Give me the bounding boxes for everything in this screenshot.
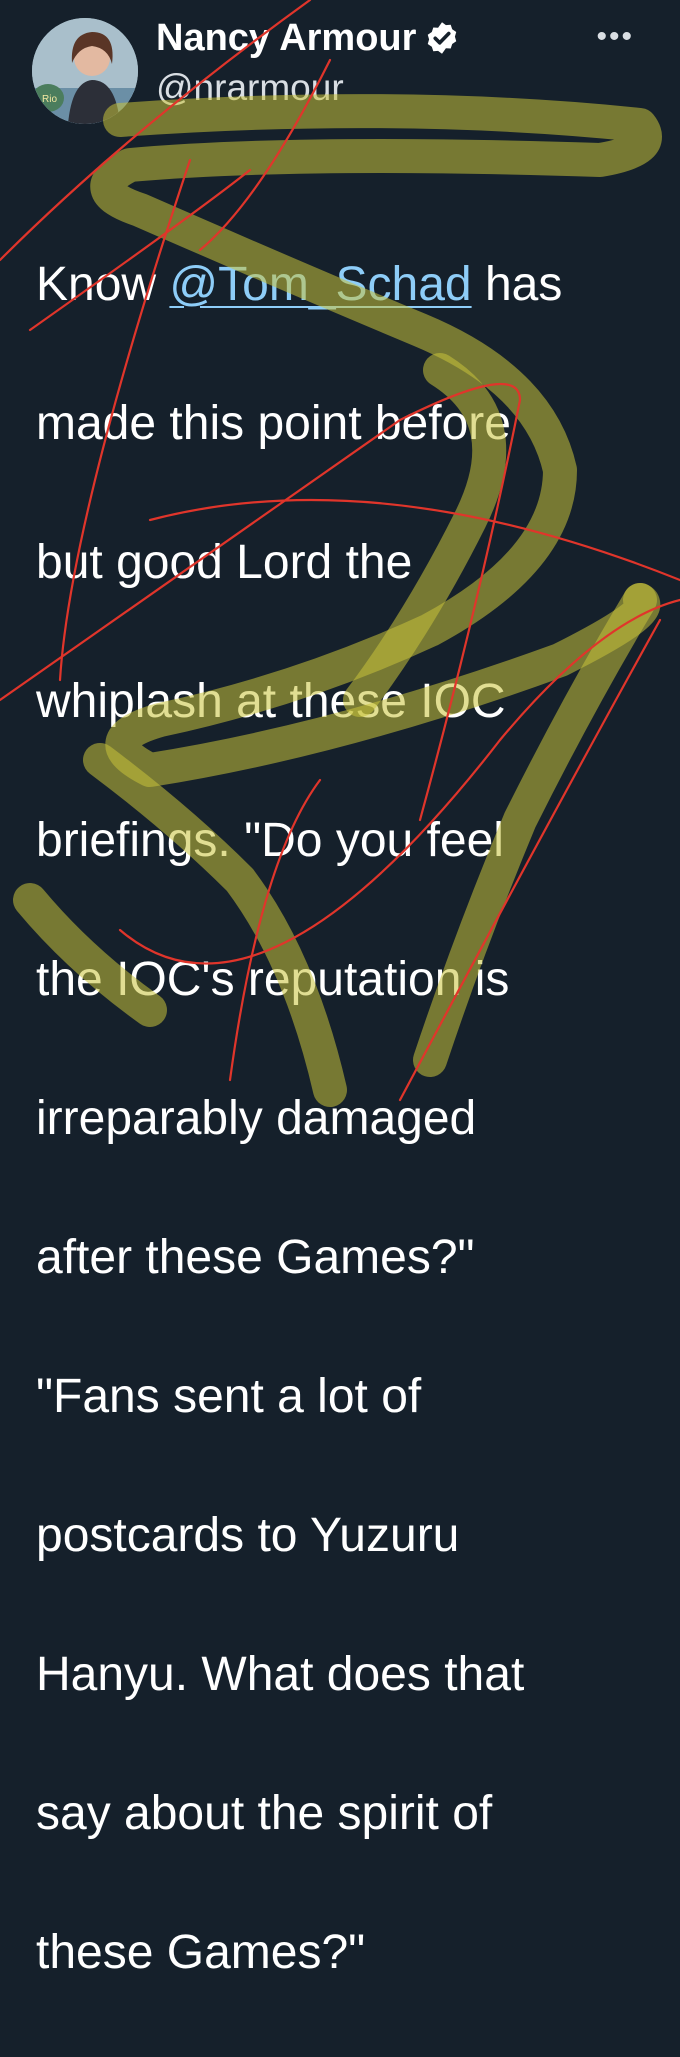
author-display-name[interactable]: Nancy Armour [156, 14, 416, 62]
avatar[interactable]: Rio [32, 18, 138, 124]
tweet-text-segment: Know [36, 257, 170, 311]
author-handle[interactable]: @nrarmour [156, 64, 460, 112]
tweet-header: Rio Nancy Armour @nrarmour ••• [0, 0, 680, 130]
tweet-line: after these Games?" [36, 1230, 475, 1284]
tweet-line: briefings. "Do you feel [36, 813, 504, 867]
avatar-image: Rio [32, 18, 138, 124]
tweet-text: Know @Tom_Schad has made this point befo… [36, 180, 656, 2057]
tweet-line: "Fans sent a lot of [36, 1369, 422, 1423]
verified-check-icon [424, 20, 460, 56]
tweet-line: these Games?" [36, 1925, 366, 1979]
tweet-line: Know @Tom_Schad has [36, 250, 656, 320]
tweet-line: but good Lord the [36, 535, 413, 589]
tweet-text-segment: has [471, 257, 563, 311]
tweet-line: say about the spirit of [36, 1786, 493, 1840]
avatar-badge: Rio [42, 94, 57, 105]
author-display-name-row[interactable]: Nancy Armour [156, 14, 460, 62]
author-names: Nancy Armour @nrarmour [156, 14, 460, 112]
tweet-line: postcards to Yuzuru [36, 1508, 460, 1562]
tweet-line: Hanyu. What does that [36, 1647, 525, 1701]
tweet-line: whiplash at these IOC [36, 674, 506, 728]
tweet-line: made this point before [36, 396, 511, 450]
tweet-line: irreparably damaged [36, 1091, 477, 1145]
tweet-line: the IOC's reputation is [36, 952, 510, 1006]
more-options-icon[interactable]: ••• [596, 22, 634, 52]
mention-link[interactable]: @Tom_Schad [169, 258, 471, 311]
